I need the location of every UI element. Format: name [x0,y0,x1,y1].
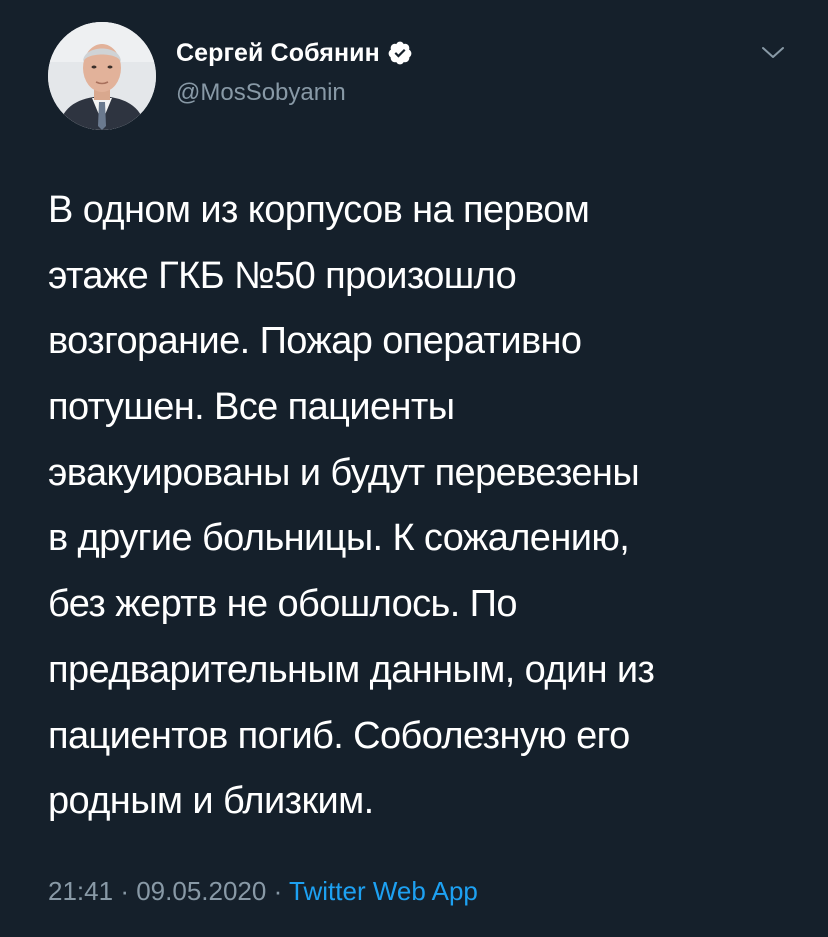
meta-separator: · [120,876,129,906]
avatar[interactable] [48,22,156,130]
tweet-source-link[interactable]: Twitter Web App [289,876,478,906]
tweet-text-line: без жертв не обошлось. По [48,583,518,626]
tweet-text-line: в другие больницы. К сожалению, [48,517,630,560]
tweet-text-line: эвакуированы и будут перевезены [48,451,640,494]
person-portrait-icon [48,22,156,130]
author-handle[interactable]: @MosSobyanin [176,79,346,107]
tweet-text-line: этаже ГКБ №50 произошло [48,254,517,297]
tweet-meta: 21:41 · 09.05.2020 · Twitter Web App [48,876,478,907]
author-display-name[interactable]: Сергей Собянин [176,39,380,68]
tweet-card: Сергей Собянин @MosSobyanin В одном из к… [0,0,828,937]
tweet-text-line: потушен. Все пациенты [48,386,455,429]
tweet-text-line: возгорание. Пожар оперативно [48,320,582,363]
chevron-down-icon[interactable] [758,42,788,64]
tweet-time[interactable]: 21:41 [48,876,113,906]
tweet-text-line: предварительным данным, один из [48,648,655,691]
verified-badge-icon [387,40,413,66]
tweet-date[interactable]: 09.05.2020 [136,876,266,906]
tweet-text-line: родным и близким. [48,780,374,823]
tweet-text-line: В одном из корпусов на первом [48,189,590,231]
tweet-text: В одном из корпусов на первом этаже ГКБ … [48,178,818,835]
meta-separator: · [273,876,283,906]
tweet-text-line: пациентов погиб. Соболезную его [48,714,630,757]
author-name-row[interactable]: Сергей Собянин [176,36,413,70]
